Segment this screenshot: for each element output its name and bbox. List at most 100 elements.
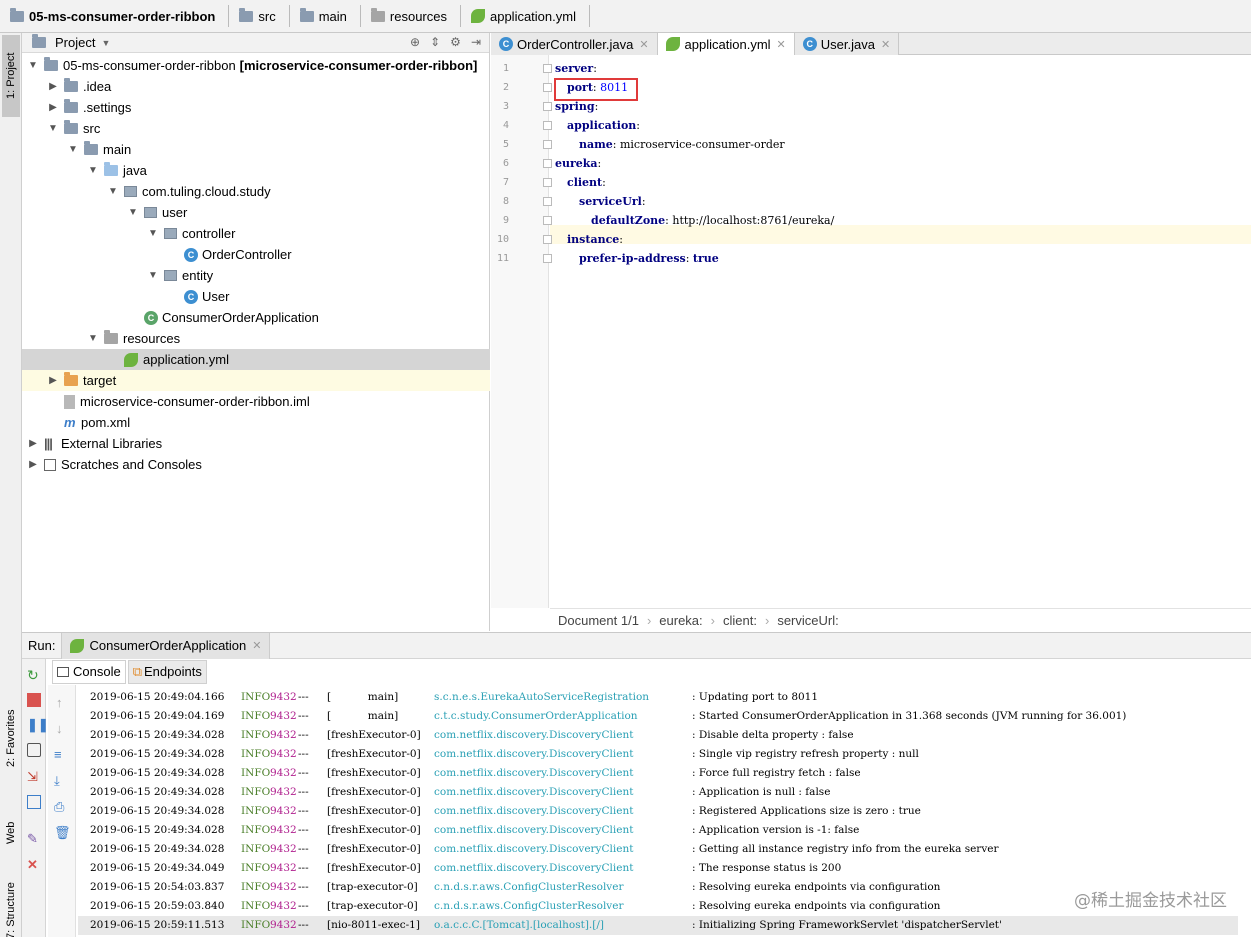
chevron-right-icon[interactable]: ▶ <box>46 81 60 92</box>
tree-item[interactable]: C OrderController <box>22 244 490 265</box>
stop-icon[interactable] <box>27 693 41 707</box>
tree-item[interactable]: C User <box>22 286 490 307</box>
log-logger[interactable]: com.netflix.discovery.DiscoveryClient <box>434 764 692 783</box>
scroll-to-end-icon[interactable]: ⤓ <box>54 773 60 789</box>
locate-icon[interactable]: ⊕ <box>410 35 420 49</box>
log-logger[interactable]: com.netflix.discovery.DiscoveryClient <box>434 802 692 821</box>
breadcrumb-item[interactable]: main <box>296 2 367 30</box>
fold-marker-icon[interactable] <box>543 121 552 130</box>
down-arrow-icon[interactable]: ↓ <box>56 721 63 736</box>
log-logger[interactable]: com.netflix.discovery.DiscoveryClient <box>434 783 692 802</box>
breadcrumb-item[interactable]: src <box>235 2 295 30</box>
layout-icon[interactable] <box>27 795 41 809</box>
log-logger[interactable]: com.netflix.discovery.DiscoveryClient <box>434 821 692 840</box>
collapse-all-icon[interactable]: ⇕ <box>430 35 440 49</box>
chevron-down-icon[interactable]: ▼ <box>86 165 100 176</box>
tool-tab-project[interactable]: 1: Project <box>2 35 20 117</box>
tool-tab-favorites[interactable]: 2: Favorites <box>2 678 20 798</box>
yaml-path-serviceurl[interactable]: serviceUrl: <box>777 613 838 628</box>
up-arrow-icon[interactable]: ↑ <box>56 695 63 710</box>
log-logger[interactable]: c.n.d.s.r.aws.ConfigClusterResolver <box>434 897 692 916</box>
log-logger[interactable]: com.netflix.discovery.DiscoveryClient <box>434 745 692 764</box>
yaml-path-eureka[interactable]: eureka: <box>659 613 702 628</box>
editor-tab[interactable]: application.yml ✕ <box>657 33 795 55</box>
tree-item[interactable]: ▼ java <box>22 160 490 181</box>
chevron-right-icon[interactable]: ▶ <box>46 375 60 386</box>
chevron-down-icon[interactable]: ▼ <box>66 144 80 155</box>
chevron-right-icon[interactable]: ▶ <box>46 102 60 113</box>
log-logger[interactable]: com.netflix.discovery.DiscoveryClient <box>434 726 692 745</box>
trash-icon[interactable]: 🗑 <box>54 825 71 841</box>
tree-item[interactable]: ▼ resources <box>22 328 490 349</box>
log-logger[interactable]: s.c.n.e.s.EurekaAutoServiceRegistration <box>434 688 692 707</box>
fold-marker-icon[interactable] <box>543 83 552 92</box>
breadcrumb-item[interactable]: 05-ms-consumer-order-ribbon <box>6 2 235 30</box>
breadcrumb-item[interactable]: application.yml <box>467 2 596 30</box>
fold-marker-icon[interactable] <box>543 235 552 244</box>
log-logger[interactable]: o.a.c.c.C.[Tomcat].[localhost].[/] <box>434 916 692 935</box>
fold-marker-icon[interactable] <box>543 64 552 73</box>
fold-marker-icon[interactable] <box>543 197 552 206</box>
chevron-down-icon[interactable]: ▼ <box>46 123 60 134</box>
tree-item[interactable]: ▶ target <box>22 370 490 391</box>
fold-marker-icon[interactable] <box>543 102 552 111</box>
gear-icon[interactable]: ⚙ <box>450 35 461 49</box>
tree-item[interactable]: ▼ src <box>22 118 490 139</box>
chevron-right-icon[interactable]: ▶ <box>26 459 40 470</box>
pause-icon[interactable]: ❚❚ <box>27 717 49 732</box>
tree-item[interactable]: application.yml <box>22 349 490 370</box>
exit-icon[interactable]: ⇲ <box>27 769 41 784</box>
tab-endpoints[interactable]: ⧉ Endpoints <box>127 659 207 684</box>
chevron-down-icon[interactable]: ▼ <box>146 228 160 239</box>
tool-tab-structure[interactable]: 7: Structure <box>2 868 20 937</box>
fold-marker-icon[interactable] <box>543 159 552 168</box>
tool-tab-web[interactable]: Web <box>2 803 20 863</box>
run-config-tab[interactable]: ConsumerOrderApplication ✕ <box>61 632 271 659</box>
fold-marker-icon[interactable] <box>543 216 552 225</box>
fold-marker-icon[interactable] <box>543 140 552 149</box>
tree-item[interactable]: ▼ entity <box>22 265 490 286</box>
dropdown-arrow-icon[interactable]: ▼ <box>101 38 110 48</box>
chevron-down-icon[interactable]: ▼ <box>146 270 160 281</box>
editor-tab[interactable]: C User.java ✕ <box>794 33 900 55</box>
tree-item[interactable]: ▼ controller <box>22 223 490 244</box>
tree-item[interactable]: ▼ 05-ms-consumer-order-ribbon [microservic… <box>22 55 490 76</box>
tree-item[interactable]: ▶ ||| External Libraries <box>22 433 490 454</box>
tree-item[interactable]: ▼ user <box>22 202 490 223</box>
tree-item[interactable]: C ConsumerOrderApplication <box>22 307 490 328</box>
hide-icon[interactable]: ⇥ <box>471 35 481 49</box>
close-icon[interactable]: ✕ <box>881 38 890 51</box>
chevron-down-icon[interactable]: ▼ <box>106 186 120 197</box>
chevron-down-icon[interactable]: ▼ <box>86 333 100 344</box>
pin-icon[interactable]: ✎ <box>27 831 41 846</box>
log-logger[interactable]: c.t.c.study.ConsumerOrderApplication <box>434 707 692 726</box>
project-panel-title[interactable]: Project <box>55 35 95 50</box>
soft-wrap-icon[interactable]: ≡ <box>54 747 62 762</box>
yaml-path-client[interactable]: client: <box>723 613 757 628</box>
log-logger[interactable]: c.n.d.s.r.aws.ConfigClusterResolver <box>434 878 692 897</box>
tree-item[interactable]: m pom.xml <box>22 412 490 433</box>
tree-item[interactable]: ▶ Scratches and Consoles <box>22 454 490 475</box>
tree-item[interactable]: ▶ .idea <box>22 76 490 97</box>
tree-item[interactable]: ▼ com.tuling.cloud.study <box>22 181 490 202</box>
editor-tab[interactable]: C OrderController.java ✕ <box>491 33 658 55</box>
tree-item[interactable]: microservice-consumer-order-ribbon.iml <box>22 391 490 412</box>
chevron-down-icon[interactable]: ▼ <box>26 60 40 71</box>
tree-item[interactable]: ▶ .settings <box>22 97 490 118</box>
fold-marker-icon[interactable] <box>543 254 552 263</box>
close-icon[interactable]: ✕ <box>639 38 648 51</box>
tab-console[interactable]: Console <box>52 659 126 684</box>
fold-marker-icon[interactable] <box>543 178 552 187</box>
close-icon[interactable]: ✕ <box>252 639 261 652</box>
close-icon[interactable]: ✕ <box>777 38 786 51</box>
log-logger[interactable]: com.netflix.discovery.DiscoveryClient <box>434 840 692 859</box>
rerun-icon[interactable]: ↻ <box>27 667 41 683</box>
close-icon[interactable]: ✕ <box>27 857 41 872</box>
tree-item[interactable]: ▼ main <box>22 139 490 160</box>
chevron-down-icon[interactable]: ▼ <box>126 207 140 218</box>
log-logger[interactable]: com.netflix.discovery.DiscoveryClient <box>434 859 692 878</box>
print-icon[interactable]: ⎙ <box>54 799 64 815</box>
chevron-right-icon[interactable]: ▶ <box>26 438 40 449</box>
breadcrumb-item[interactable]: resources <box>367 2 467 30</box>
camera-icon[interactable] <box>27 743 41 757</box>
